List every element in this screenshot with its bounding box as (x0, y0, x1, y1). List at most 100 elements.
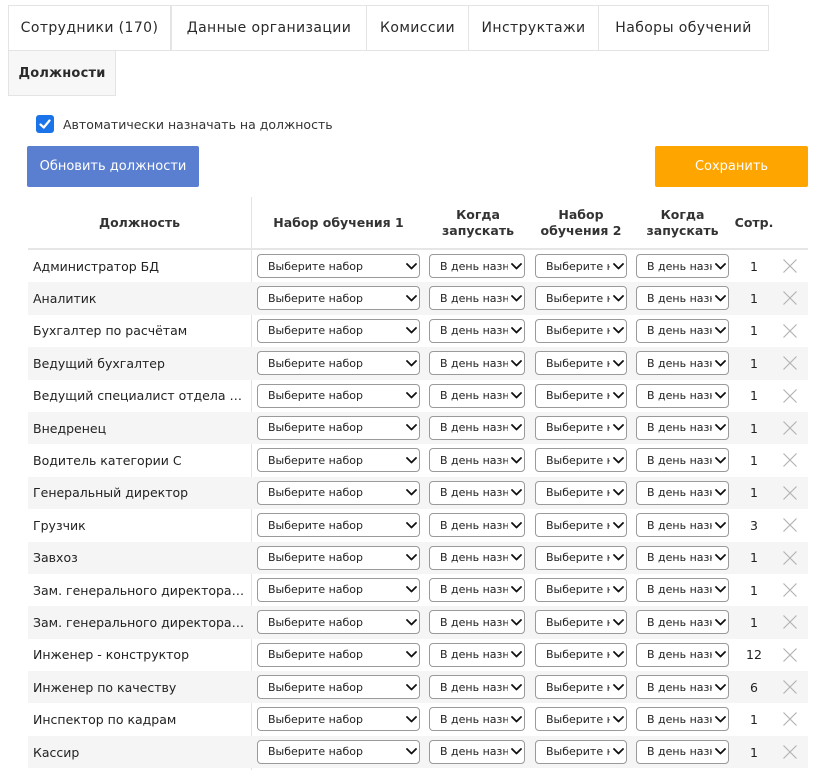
training-set-2-select[interactable]: Выберите набор (535, 480, 627, 505)
tab-employees[interactable]: Сотрудники (170) (8, 5, 171, 51)
training-set-1-select[interactable]: Выберите набор (257, 383, 420, 408)
close-icon[interactable] (782, 614, 798, 630)
when-2-select[interactable]: В день назначения (636, 254, 729, 278)
training-set-1-select-value: Выберите набор (268, 518, 364, 532)
when-2-select[interactable]: В день назначения (636, 351, 729, 376)
when-1-select[interactable]: В день назначения (429, 415, 525, 440)
when-2-select[interactable]: В день назначения (636, 545, 729, 570)
when-1-select[interactable]: В день назначения (429, 286, 525, 311)
close-icon[interactable] (782, 323, 798, 339)
training-set-2-select[interactable]: Выберите набор (535, 351, 627, 376)
when-1-select[interactable]: В день назначения (429, 448, 525, 473)
training-set-2-select[interactable]: Выберите набор (535, 286, 627, 311)
when-1-select[interactable]: В день назначения (429, 610, 525, 635)
training-set-2-select[interactable]: Выберите набор (535, 577, 627, 602)
training-set-1-select[interactable]: Выберите набор (257, 707, 420, 732)
close-icon[interactable] (782, 290, 798, 306)
when-1-select[interactable]: В день назначения (429, 513, 525, 538)
close-icon[interactable] (782, 647, 798, 663)
position-name: Инженер по качеству (33, 671, 248, 703)
when-2-select[interactable]: В день назначения (636, 513, 729, 538)
training-set-1-select[interactable]: Выберите набор (257, 286, 420, 311)
training-set-1-select[interactable]: Выберите набор (257, 675, 420, 700)
training-set-2-select[interactable]: Выберите набор (535, 415, 627, 440)
when-2-select[interactable]: В день назначения (636, 383, 729, 408)
training-set-1-select[interactable]: Выберите набор (257, 642, 420, 667)
when-1-select[interactable]: В день назначения (429, 254, 525, 278)
when-2-select-value: В день назначения (647, 453, 712, 467)
when-1-select[interactable]: В день назначения (429, 642, 525, 667)
training-set-2-select[interactable]: Выберите набор (535, 448, 627, 473)
when-1-select[interactable]: В день назначения (429, 739, 525, 764)
training-set-2-select[interactable]: Выберите набор (535, 739, 627, 764)
close-icon[interactable] (782, 517, 798, 533)
close-icon[interactable] (782, 485, 798, 501)
training-set-2-select[interactable]: Выберите набор (535, 254, 627, 278)
training-set-2-select[interactable]: Выберите набор (535, 513, 627, 538)
auto-assign-checkbox[interactable] (36, 115, 54, 133)
when-1-select[interactable]: В день назначения (429, 318, 525, 343)
when-2-select-value: В день назначения (647, 389, 712, 403)
when-2-select-value: В день назначения (647, 291, 712, 305)
when-2-select[interactable]: В день назначения (636, 448, 729, 473)
training-set-2-select[interactable]: Выберите набор (535, 610, 627, 635)
training-set-2-select[interactable]: Выберите набор (535, 318, 627, 343)
when-1-select[interactable]: В день назначения (429, 545, 525, 570)
training-set-1-select[interactable]: Выберите набор (257, 318, 420, 343)
training-set-2-select[interactable]: Выберите набор (535, 383, 627, 408)
close-icon[interactable] (782, 420, 798, 436)
tab-training-sets[interactable]: Наборы обучений (598, 5, 769, 51)
close-icon[interactable] (782, 711, 798, 727)
when-2-select[interactable]: В день назначения (636, 707, 729, 732)
tab-briefings[interactable]: Инструктажи (468, 5, 599, 51)
close-icon[interactable] (782, 388, 798, 404)
close-icon[interactable] (782, 679, 798, 695)
update-positions-button[interactable]: Обновить должности (27, 146, 199, 187)
employee-count: 1 (750, 485, 758, 501)
training-set-1-select[interactable]: Выберите набор (257, 610, 420, 635)
when-1-select[interactable]: В день назначения (429, 383, 525, 408)
when-2-select[interactable]: В день назначения (636, 577, 729, 602)
close-icon[interactable] (782, 452, 798, 468)
training-set-1-select[interactable]: Выберите набор (257, 513, 420, 538)
training-set-1-select[interactable]: Выберите набор (257, 254, 420, 278)
when-2-select[interactable]: В день назначения (636, 739, 729, 764)
tab-organization-data[interactable]: Данные организации (171, 5, 367, 51)
training-set-1-select[interactable]: Выберите набор (257, 415, 420, 440)
save-button[interactable]: Сохранить (655, 146, 808, 187)
when-1-select[interactable]: В день назначения (429, 351, 525, 376)
position-name: Кассир (33, 736, 248, 768)
when-2-select[interactable]: В день назначения (636, 415, 729, 440)
training-set-2-select[interactable]: Выберите набор (535, 675, 627, 700)
training-set-2-select[interactable]: Выберите набор (535, 642, 627, 667)
close-icon[interactable] (782, 258, 798, 274)
when-2-select[interactable]: В день назначения (636, 610, 729, 635)
when-2-select[interactable]: В день назначения (636, 642, 729, 667)
when-2-select[interactable]: В день назначения (636, 286, 729, 311)
training-set-1-select[interactable]: Выберите набор (257, 448, 420, 473)
when-2-select-value: В день назначения (647, 356, 712, 370)
training-set-1-select[interactable]: Выберите набор (257, 739, 420, 764)
when-1-select[interactable]: В день назначения (429, 707, 525, 732)
training-set-1-select[interactable]: Выберите набор (257, 545, 420, 570)
training-set-1-select[interactable]: Выберите набор (257, 480, 420, 505)
training-set-2-select-value: Выберите набор (546, 648, 610, 662)
tab-positions[interactable]: Должности (8, 50, 116, 96)
employee-count: 1 (750, 355, 758, 371)
close-icon[interactable] (782, 550, 798, 566)
tab-commissions[interactable]: Комиссии (366, 5, 469, 51)
close-icon[interactable] (782, 355, 798, 371)
when-2-select[interactable]: В день назначения (636, 480, 729, 505)
training-set-1-select[interactable]: Выберите набор (257, 351, 420, 376)
training-set-2-select[interactable]: Выберите набор (535, 707, 627, 732)
close-icon[interactable] (782, 744, 798, 760)
training-set-2-select[interactable]: Выберите набор (535, 545, 627, 570)
when-1-select[interactable]: В день назначения (429, 480, 525, 505)
when-2-select[interactable]: В день назначения (636, 675, 729, 700)
close-icon[interactable] (782, 582, 798, 598)
when-1-select[interactable]: В день назначения (429, 577, 525, 602)
position-name: Ведущий специалист отдела по О... (33, 380, 248, 412)
when-2-select[interactable]: В день назначения (636, 318, 729, 343)
when-1-select[interactable]: В день назначения (429, 675, 525, 700)
training-set-1-select[interactable]: Выберите набор (257, 577, 420, 602)
